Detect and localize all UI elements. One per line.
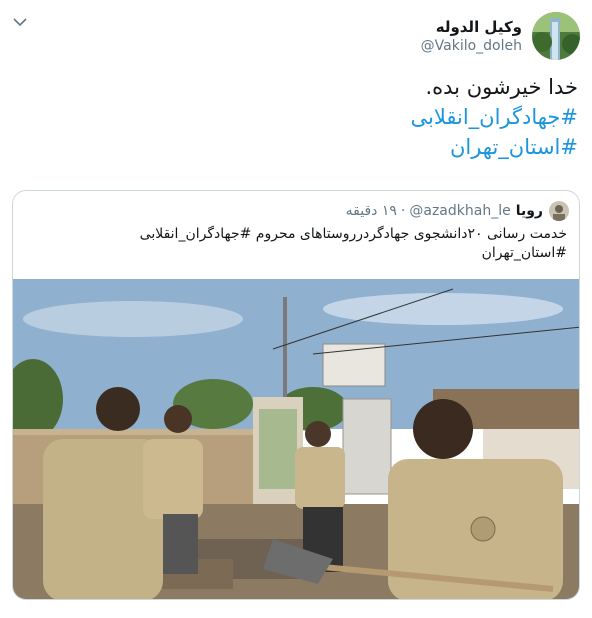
hashtag-link[interactable]: #جهادگران_انقلابی [18, 102, 578, 132]
avatar[interactable] [532, 12, 580, 60]
quoted-text-line: خدمت رسانی ۲۰دانشجوی جهادگردرروستاهای مح… [139, 226, 567, 242]
quoted-tweet-header: رویا @azadkhah_le · ۱۹ دقیقه [346, 201, 569, 221]
hashtag-link[interactable]: #استان_تهران [18, 132, 578, 162]
author-handle[interactable]: @Vakilo_doleh [421, 37, 522, 56]
quoted-tweet[interactable]: رویا @azadkhah_le · ۱۹ دقیقه خدمت رسانی … [12, 190, 580, 600]
tweet-text-line: خدا خیرشون بده. [425, 75, 578, 99]
quoted-photo[interactable] [13, 279, 579, 599]
tweet-author: وکیل الدوله @Vakilo_doleh [421, 12, 580, 60]
chevron-down-icon[interactable] [12, 14, 28, 30]
quoted-timestamp: ۱۹ دقیقه [345, 203, 397, 219]
tweet-text: خدا خیرشون بده. #جهادگران_انقلابی #استان… [18, 72, 578, 162]
separator-dot: · [400, 203, 406, 219]
quoted-display-name: رویا [515, 203, 543, 219]
quoted-handle: @azadkhah_le [409, 203, 511, 219]
quoted-text: خدمت رسانی ۲۰دانشجوی جهادگردرروستاهای مح… [27, 225, 567, 263]
quoted-text-line: #استان_تهران [481, 245, 567, 261]
author-display-name[interactable]: وکیل الدوله [421, 17, 522, 37]
quoted-avatar [549, 201, 569, 221]
